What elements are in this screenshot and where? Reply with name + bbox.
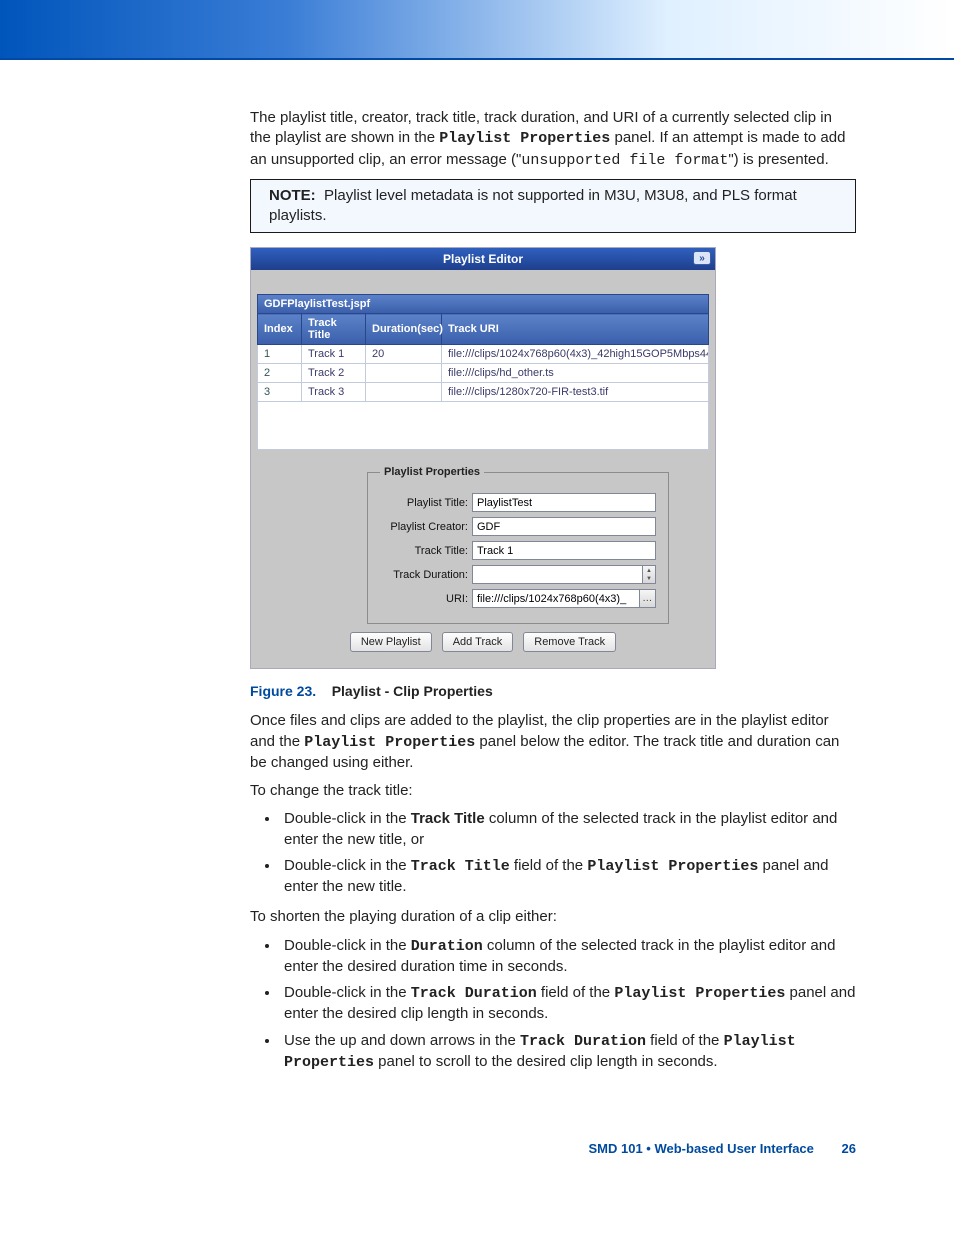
text-mono: Playlist Properties (587, 858, 758, 875)
input-track-duration[interactable] (472, 565, 643, 584)
text-mono: Playlist Properties (304, 734, 475, 751)
cell-index: 3 (258, 383, 302, 402)
playlist-editor-title: Playlist Editor (443, 252, 523, 266)
chevron-down-icon[interactable]: ▼ (643, 575, 655, 584)
remove-track-button[interactable]: Remove Track (523, 632, 616, 652)
list-item: Double-click in the Track Duration field… (280, 983, 856, 1025)
tracks-table: Index Track Title Duration(sec) Track UR… (257, 313, 709, 402)
text: field of the (510, 857, 588, 874)
text-mono: Track Duration (520, 1033, 646, 1050)
note-label: NOTE: (269, 187, 316, 204)
text-mono: unsupported file format (521, 152, 728, 169)
page-header-strip (0, 0, 954, 60)
cell-duration[interactable] (366, 383, 442, 402)
page-footer: SMD 101 • Web-based User Interface 26 (0, 1123, 954, 1180)
cell-index: 2 (258, 364, 302, 383)
cell-title[interactable]: Track 3 (302, 383, 366, 402)
footer-page: 26 (842, 1141, 856, 1156)
body-text: Once files and clips are added to the pl… (250, 711, 856, 1073)
label-track-duration: Track Duration: (380, 569, 468, 581)
uri-browse-button[interactable]: … (640, 589, 656, 608)
col-track-uri[interactable]: Track URI (442, 314, 709, 345)
text-bold: Track Title (411, 810, 485, 827)
input-uri[interactable] (472, 589, 640, 608)
note-box: NOTE: Playlist level metadata is not sup… (250, 179, 856, 234)
playlist-editor-panel: Playlist Editor » GDFPlaylistTest.jspf I… (250, 247, 716, 669)
text-mono: Playlist Properties (614, 985, 785, 1002)
table-row[interactable]: 2 Track 2 file:///clips/hd_other.ts (258, 364, 709, 383)
text: To shorten the playing duration of a cli… (250, 907, 856, 927)
label-track-title: Track Title: (380, 545, 468, 557)
text: field of the (646, 1032, 724, 1049)
playlist-editor-titlebar: Playlist Editor » (251, 248, 715, 270)
input-playlist-title[interactable] (472, 493, 656, 512)
playlist-filename: GDFPlaylistTest.jspf (257, 294, 709, 313)
playlist-properties-legend: Playlist Properties (380, 466, 484, 478)
col-track-title[interactable]: Track Title (302, 314, 366, 345)
intro-text: The playlist title, creator, track title… (250, 108, 856, 171)
figure-number: Figure 23. (250, 683, 316, 699)
text-mono: Track Title (411, 858, 510, 875)
text: field of the (537, 984, 615, 1001)
note-text: Playlist level metadata is not supported… (269, 187, 797, 224)
footer-text: SMD 101 • Web-based User Interface (589, 1141, 814, 1156)
text: panel to scroll to the desired clip leng… (374, 1053, 718, 1070)
label-uri: URI: (380, 593, 468, 605)
cell-duration[interactable] (366, 364, 442, 383)
track-duration-spinner[interactable]: ▲ ▼ (643, 565, 656, 584)
cell-uri: file:///clips/1280x720-FIR-test3.tif (442, 383, 709, 402)
text: Double-click in the (284, 984, 411, 1001)
playlist-properties-fieldset: Playlist Properties Playlist Title: Play… (367, 466, 669, 624)
text: Double-click in the (284, 937, 411, 954)
text: To change the track title: (250, 781, 856, 801)
text: Double-click in the (284, 810, 411, 827)
label-playlist-creator: Playlist Creator: (380, 521, 468, 533)
collapse-icon[interactable]: » (693, 251, 711, 265)
cell-index: 1 (258, 345, 302, 364)
col-duration[interactable]: Duration(sec) (366, 314, 442, 345)
cell-title[interactable]: Track 1 (302, 345, 366, 364)
list-item: Double-click in the Track Title field of… (280, 856, 856, 898)
text: Double-click in the (284, 857, 411, 874)
cell-uri: file:///clips/1024x768p60(4x3)_42high15G… (442, 345, 709, 364)
input-track-title[interactable] (472, 541, 656, 560)
list-item: Use the up and down arrows in the Track … (280, 1031, 856, 1074)
figure-title: Playlist - Clip Properties (332, 683, 493, 699)
figure-caption: Figure 23. Playlist - Clip Properties (250, 683, 856, 699)
chevron-up-icon[interactable]: ▲ (643, 566, 655, 575)
text-mono: Duration (411, 938, 483, 955)
add-track-button[interactable]: Add Track (442, 632, 514, 652)
text: Use the up and down arrows in the (284, 1032, 520, 1049)
text-mono: Playlist Properties (439, 130, 610, 147)
col-index[interactable]: Index (258, 314, 302, 345)
list-item: Double-click in the Track Title column o… (280, 809, 856, 850)
text-mono: Track Duration (411, 985, 537, 1002)
cell-uri: file:///clips/hd_other.ts (442, 364, 709, 383)
list-item: Double-click in the Duration column of t… (280, 936, 856, 978)
cell-duration[interactable]: 20 (366, 345, 442, 364)
tracks-table-empty-area (257, 402, 709, 450)
label-playlist-title: Playlist Title: (380, 497, 468, 509)
table-row[interactable]: 1 Track 1 20 file:///clips/1024x768p60(4… (258, 345, 709, 364)
new-playlist-button[interactable]: New Playlist (350, 632, 432, 652)
text: ") is presented. (728, 151, 828, 168)
table-row[interactable]: 3 Track 3 file:///clips/1280x720-FIR-tes… (258, 383, 709, 402)
input-playlist-creator[interactable] (472, 517, 656, 536)
cell-title[interactable]: Track 2 (302, 364, 366, 383)
